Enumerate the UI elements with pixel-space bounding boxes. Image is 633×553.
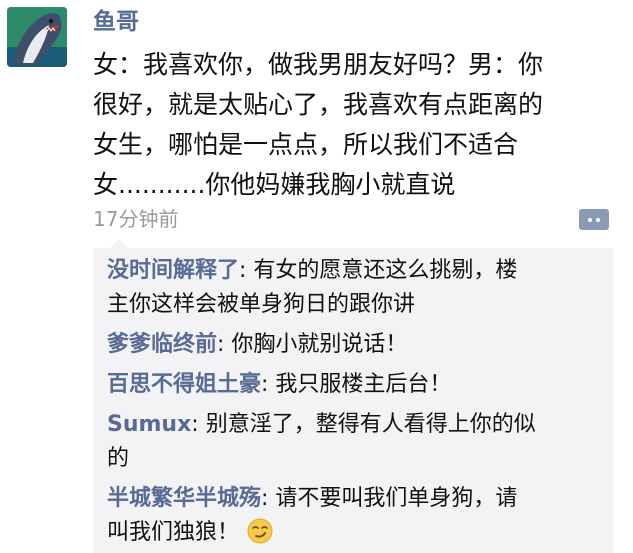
- comment-separator: :: [239, 258, 254, 283]
- comment-author[interactable]: 半城繁华半城殇: [107, 486, 261, 511]
- comment-item[interactable]: 爹爹临终前: 你胸小就别说话！: [107, 328, 593, 362]
- comment-line: 的: [107, 446, 130, 471]
- comment-separator: :: [261, 372, 276, 397]
- post-author-name[interactable]: 鱼哥: [93, 7, 139, 37]
- panel-caret: [110, 239, 128, 248]
- comment-author[interactable]: Sumux: [107, 412, 191, 437]
- comment-line: 半城繁华半城殇: 请不要叫我们单身狗，请: [107, 482, 593, 516]
- comments-panel: 没时间解释了: 有女的愿意还这么挑剔，楼 主你这样会被单身狗日的跟你讲 爹爹临终…: [93, 239, 613, 553]
- avatar[interactable]: [7, 7, 67, 67]
- post-text-line: 很好，就是太贴心了，我喜欢有点距离的: [93, 90, 544, 119]
- comment-item[interactable]: 半城繁华半城殇: 请不要叫我们单身狗，请 叫我们独狼！: [107, 482, 593, 550]
- comment-item[interactable]: Sumux: 别意淫了，整得有人看得上你的似 的: [107, 408, 593, 476]
- comment-separator: :: [191, 412, 206, 437]
- more-dots-icon[interactable]: [579, 209, 609, 230]
- comment-item[interactable]: 百思不得姐土豪: 我只服楼主后台！: [107, 368, 593, 402]
- comment-text: 叫我们独狼！: [107, 520, 240, 545]
- comment-text: 请不要叫我们单身狗，请: [275, 486, 518, 511]
- comment-text: 我只服楼主后台！: [275, 372, 452, 397]
- comment-text: 有女的愿意还这么挑剔，楼: [253, 258, 518, 283]
- comment-author[interactable]: 爹爹临终前: [107, 332, 217, 357]
- post-text-line: 女生，哪怕是一点点，所以我们不适合: [93, 130, 519, 159]
- comment-text: 别意淫了，整得有人看得上你的似: [205, 412, 536, 437]
- comment-line: 没时间解释了: 有女的愿意还这么挑剔，楼: [107, 254, 593, 288]
- post-text: 女：我喜欢你，做我男朋友好吗？男：你 很好，就是太贴心了，我喜欢有点距离的 女生…: [93, 45, 613, 205]
- post-timestamp: 17分钟前: [93, 207, 179, 231]
- comment-separator: :: [261, 486, 276, 511]
- dot: [588, 217, 592, 222]
- smirk-emoji-icon: [247, 518, 273, 544]
- comment-line: 百思不得姐土豪: 我只服楼主后台！: [107, 368, 593, 402]
- shark-avatar-icon: [7, 7, 67, 67]
- comment-author[interactable]: 没时间解释了: [107, 258, 239, 283]
- post-text-line: 女...........你他妈嫌我胸小就直说: [93, 170, 456, 199]
- comment-line: 主你这样会被单身狗日的跟你讲: [107, 292, 416, 317]
- comment-line: Sumux: 别意淫了，整得有人看得上你的似: [107, 408, 593, 442]
- post-text-line: 女：我喜欢你，做我男朋友好吗？男：你: [93, 50, 544, 79]
- comment-author[interactable]: 百思不得姐土豪: [107, 372, 261, 397]
- comment-item[interactable]: 没时间解释了: 有女的愿意还这么挑剔，楼 主你这样会被单身狗日的跟你讲: [107, 254, 593, 322]
- comment-separator: :: [217, 332, 232, 357]
- comment-line: 爹爹临终前: 你胸小就别说话！: [107, 328, 593, 362]
- dot: [596, 217, 600, 222]
- comment-line: 叫我们独狼！: [107, 516, 593, 550]
- comment-text: 你胸小就别说话！: [231, 332, 408, 357]
